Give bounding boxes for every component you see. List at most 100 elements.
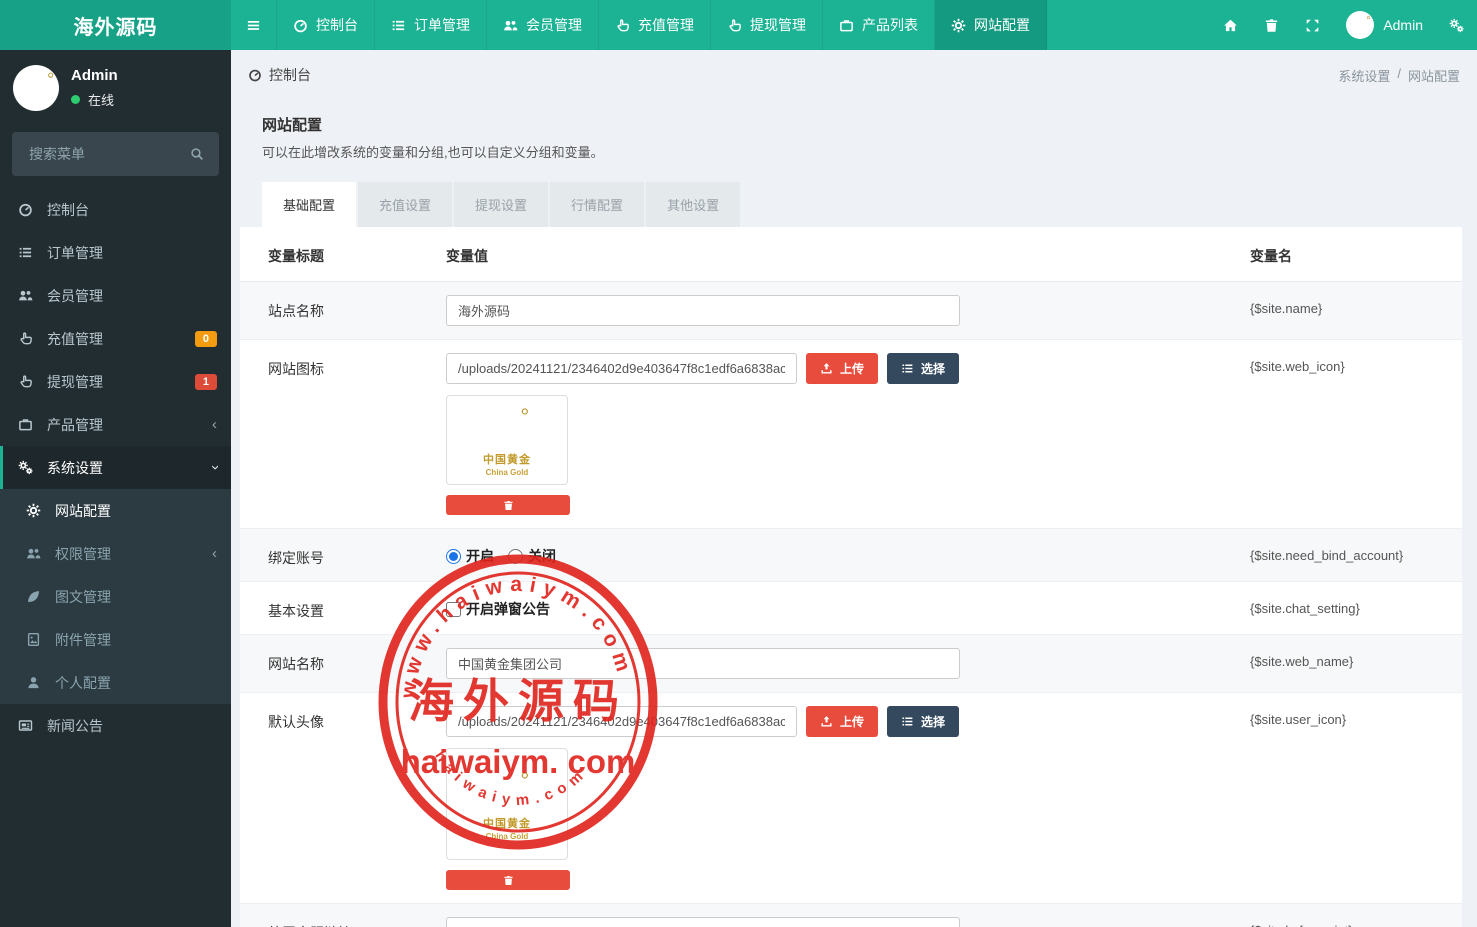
site-name-input[interactable] [446, 295, 960, 326]
list-icon [391, 18, 406, 33]
topnav-label: 提现管理 [750, 17, 806, 33]
row-label: 站点名称 [268, 303, 324, 319]
logo-text-en: China Gold [485, 831, 529, 841]
recharge-badge: 0 [194, 330, 217, 347]
avatar [1346, 11, 1375, 39]
tab-market-config[interactable]: 行情配置 [550, 182, 645, 227]
radio-on[interactable] [446, 548, 461, 564]
choose-button[interactable]: 选择 [887, 353, 960, 384]
topnav-item-recharge[interactable]: 充值管理 [599, 0, 711, 50]
sidebar-item-label: 提现管理 [47, 373, 103, 390]
var-name: {$site.user_icon} [1250, 712, 1347, 727]
list-icon [901, 715, 914, 728]
sidebar-subitem-permissions[interactable]: 权限管理 ‹ [0, 532, 231, 575]
sidebar-subitem-media[interactable]: 图文管理 [0, 575, 231, 618]
user-icon-path-input[interactable] [446, 706, 797, 737]
choose-button[interactable]: 选择 [887, 706, 960, 737]
sidebar-user-panel: Admin 在线 [0, 50, 231, 124]
upload-label: 上传 [840, 715, 865, 729]
fullscreen-button[interactable] [1292, 0, 1333, 50]
sidebar-toggle-button[interactable] [231, 0, 277, 50]
col-var-value: 变量值 [446, 248, 488, 264]
tab-other-settings[interactable]: 其他设置 [646, 182, 741, 227]
gears-icon [1449, 18, 1464, 33]
sidebar-item-news[interactable]: 新闻公告 [0, 704, 231, 747]
topnav-item-dashboard[interactable]: 控制台 [277, 0, 375, 50]
sidebar-item-label: 充值管理 [47, 330, 103, 347]
upload-icon [820, 715, 833, 728]
table-row: 网站图标 上传 选择 [240, 340, 1462, 529]
upload-button[interactable]: 上传 [806, 353, 879, 384]
breadcrumb-parent[interactable]: 系统设置 [1338, 66, 1390, 85]
sidebar-item-label: 图文管理 [55, 588, 111, 605]
admin-app: 海外源码 控制台 订单管理 会员管理 充值管理 提现管理 产品列表 网站配置 A… [0, 0, 1477, 927]
col-var-name: 变量名 [1250, 248, 1292, 264]
var-name: {$site.web_name} [1250, 654, 1354, 669]
choose-label: 选择 [921, 362, 946, 376]
delete-image-button[interactable] [446, 495, 570, 515]
sidebar: Admin 在线 控制台 订单管理 会员管理 [0, 50, 231, 927]
topnav-label: 会员管理 [526, 17, 582, 33]
sidebar-item-label: 网站配置 [55, 502, 111, 519]
sidebar-subitem-site-config[interactable]: 网站配置 [0, 489, 231, 532]
web-icon-preview[interactable]: 中国黄金 China Gold [446, 395, 568, 485]
settings-button[interactable] [1436, 0, 1477, 50]
dashboard-icon [293, 18, 308, 33]
popup-notice-checkbox[interactable] [446, 601, 461, 617]
sidebar-item-orders[interactable]: 订单管理 [0, 231, 231, 274]
sidebar-item-withdraw[interactable]: 提现管理 1 [0, 360, 231, 403]
sidebar-subitem-attachments[interactable]: 附件管理 [0, 618, 231, 661]
sidebar-item-products[interactable]: 产品管理 ‹ [0, 403, 231, 446]
search-input[interactable] [27, 145, 190, 163]
topnav-item-members[interactable]: 会员管理 [487, 0, 599, 50]
sidebar-item-dashboard[interactable]: 控制台 [0, 188, 231, 231]
bind-on-option[interactable]: 开启 [446, 546, 494, 566]
user-menu[interactable]: Admin [1333, 11, 1436, 39]
kefu-link-input[interactable] [446, 917, 960, 927]
radio-off[interactable] [508, 548, 523, 564]
breadcrumb-left[interactable]: 控制台 [248, 65, 311, 85]
logo-text-cn: 中国黄金 [483, 817, 531, 830]
online-dot-icon [71, 95, 80, 104]
topnav-item-withdraw[interactable]: 提现管理 [711, 0, 823, 50]
tab-withdraw-settings[interactable]: 提现设置 [454, 182, 549, 227]
sidebar-subitem-profile[interactable]: 个人配置 [0, 661, 231, 704]
web-name-input[interactable] [446, 648, 960, 679]
tab-basic-config[interactable]: 基础配置 [262, 182, 357, 227]
brand-logo[interactable]: 海外源码 [0, 0, 231, 50]
user-icon-preview[interactable]: 中国黄金 China Gold [446, 748, 568, 860]
topnav-item-site-config[interactable]: 网站配置 [935, 0, 1047, 50]
list-icon [901, 362, 914, 375]
breadcrumb: 系统设置 / 网站配置 [1338, 66, 1460, 85]
sidebar-item-label: 权限管理 [55, 545, 111, 562]
gold-logo-icon [17, 69, 55, 107]
hand-icon [615, 18, 630, 33]
var-name: {$site.kefu_script} [1250, 917, 1462, 927]
chevron-left-icon: ‹ [212, 545, 217, 562]
delete-image-button[interactable] [446, 870, 570, 890]
sidebar-user-name: Admin [71, 67, 118, 84]
topnav-right: Admin [1210, 0, 1477, 50]
popup-notice-checkbox-option[interactable]: 开启弹窗公告 [446, 599, 550, 619]
withdraw-badge: 1 [194, 373, 217, 390]
topnav-item-products[interactable]: 产品列表 [823, 0, 935, 50]
tab-recharge-settings[interactable]: 充值设置 [358, 182, 453, 227]
sidebar-item-system-settings[interactable]: 系统设置 ‹ [0, 446, 231, 489]
hand-icon [16, 331, 35, 346]
sidebar-search [12, 132, 219, 176]
dashboard-icon [16, 202, 35, 217]
page-subtitle: 可以在此增改系统的变量和分组,也可以自定义分组和变量。 [262, 145, 604, 160]
topnav-item-orders[interactable]: 订单管理 [375, 0, 487, 50]
search-icon[interactable] [190, 147, 204, 161]
list-icon [16, 245, 35, 260]
row-label: 绑定账号 [268, 550, 324, 566]
china-gold-logo [484, 404, 530, 450]
upload-button[interactable]: 上传 [806, 706, 879, 737]
sidebar-item-label: 个人配置 [55, 674, 111, 691]
bind-off-option[interactable]: 关闭 [508, 546, 556, 566]
sidebar-item-recharge[interactable]: 充值管理 0 [0, 317, 231, 360]
home-button[interactable] [1210, 0, 1251, 50]
sidebar-item-members[interactable]: 会员管理 [0, 274, 231, 317]
web-icon-path-input[interactable] [446, 353, 797, 384]
clear-cache-button[interactable] [1251, 0, 1292, 50]
